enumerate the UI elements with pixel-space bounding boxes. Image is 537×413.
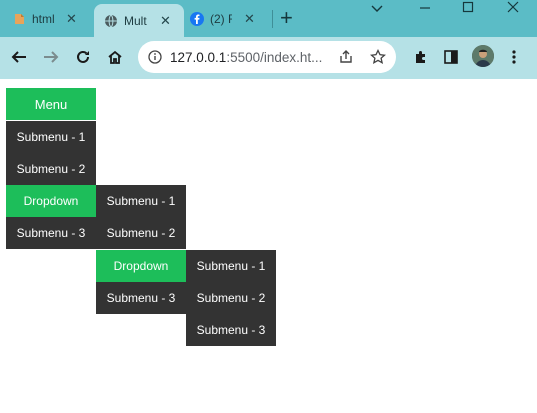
facebook-icon xyxy=(190,11,204,26)
level3-submenu-1[interactable]: Submenu - 1 xyxy=(186,250,276,282)
tab-facebook[interactable]: (2) F ✕ xyxy=(190,3,268,34)
home-icon[interactable] xyxy=(104,46,126,68)
tab-separator xyxy=(272,10,273,28)
level1-submenu-1[interactable]: Submenu - 1 xyxy=(6,121,96,153)
url-path: :5500/index.ht... xyxy=(226,49,322,65)
html-file-icon xyxy=(12,12,26,26)
tab-title: (2) F xyxy=(210,11,232,26)
reload-icon[interactable] xyxy=(72,46,94,68)
browser-toolbar: 127.0.0.1:5500/index.ht... xyxy=(0,37,537,79)
forward-arrow-icon[interactable] xyxy=(40,46,62,68)
level2-submenu-2[interactable]: Submenu - 2 xyxy=(96,217,186,249)
minimize-window-icon[interactable] xyxy=(410,0,440,16)
close-tab-icon[interactable]: ✕ xyxy=(244,11,255,27)
close-tab-icon[interactable]: ✕ xyxy=(66,11,77,27)
tab-search-chevron-icon[interactable] xyxy=(362,0,392,16)
level1-dropdown[interactable]: Dropdown xyxy=(6,185,96,217)
level1-submenu-2[interactable]: Submenu - 2 xyxy=(6,153,96,185)
kebab-menu-icon[interactable] xyxy=(503,46,525,68)
level2-submenu-1[interactable]: Submenu - 1 xyxy=(96,185,186,217)
side-panel-icon[interactable] xyxy=(440,46,462,68)
tab-multilevel[interactable]: Mult ✕ xyxy=(94,4,184,37)
close-window-icon[interactable] xyxy=(498,0,528,16)
level2-submenu-3[interactable]: Submenu - 3 xyxy=(96,282,186,314)
url-text[interactable]: 127.0.0.1:5500/index.ht... xyxy=(170,50,322,65)
close-tab-icon[interactable]: ✕ xyxy=(160,13,171,29)
maximize-window-icon[interactable] xyxy=(453,0,483,16)
level3-submenu-3[interactable]: Submenu - 3 xyxy=(186,314,276,346)
site-info-icon[interactable] xyxy=(148,50,162,64)
level3-submenu-2[interactable]: Submenu - 2 xyxy=(186,282,276,314)
level1-submenu-3[interactable]: Submenu - 3 xyxy=(6,217,96,249)
bookmark-star-icon[interactable] xyxy=(370,49,386,65)
new-tab-button[interactable]: + xyxy=(280,7,293,29)
address-bar[interactable]: 127.0.0.1:5500/index.ht... xyxy=(138,41,396,73)
url-host: 127.0.0.1 xyxy=(170,49,227,65)
tab-title: Mult xyxy=(124,13,147,28)
tab-title: html xyxy=(32,11,55,26)
level2-dropdown[interactable]: Dropdown xyxy=(96,250,186,282)
back-arrow-icon[interactable] xyxy=(8,46,30,68)
tab-strip: html ✕ Mult ✕ (2) F ✕ + xyxy=(0,0,537,37)
extensions-puzzle-icon[interactable] xyxy=(410,46,432,68)
tab-html[interactable]: html ✕ xyxy=(12,3,90,34)
share-icon[interactable] xyxy=(338,49,354,65)
profile-avatar[interactable] xyxy=(472,45,494,67)
menu-header[interactable]: Menu xyxy=(6,88,96,120)
globe-icon xyxy=(104,14,118,28)
